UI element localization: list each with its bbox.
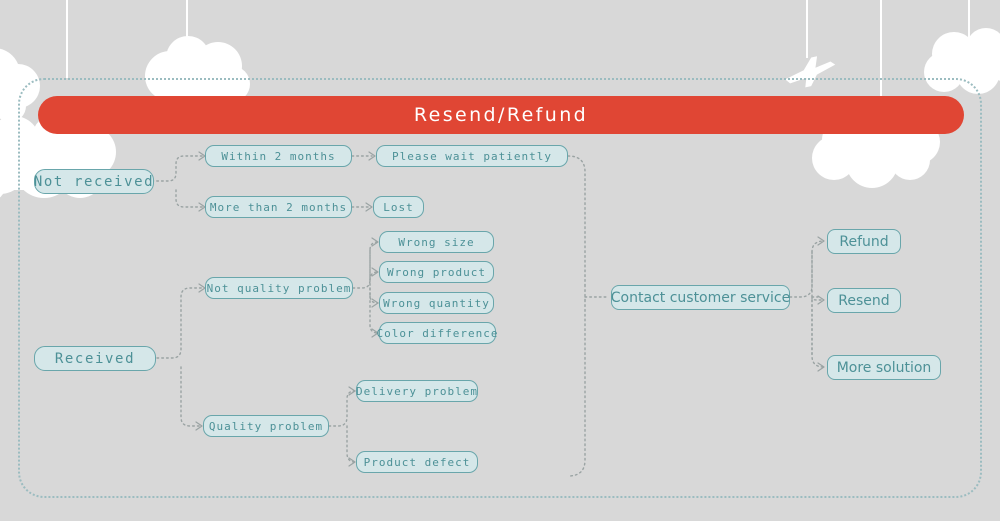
node-contact-customer-service[interactable]: Contact customer service [611,285,790,310]
page-title: Resend/Refund [413,104,589,126]
resend-refund-flowchart: Resend/Refund Not received Received With… [0,0,1000,521]
hanging-string-3 [806,0,808,58]
node-label: Resend [838,292,890,309]
node-within-2-months[interactable]: Within 2 months [205,145,352,167]
node-label: Quality problem [208,419,324,433]
node-label: More than 2 months [209,200,348,214]
node-lost[interactable]: Lost [373,196,424,218]
node-wrong-product[interactable]: Wrong product [379,261,494,283]
node-label: Refund [839,233,889,250]
node-wrong-size[interactable]: Wrong size [379,231,494,253]
node-label: Not received [33,173,155,190]
node-color-difference[interactable]: Color difference [376,322,499,344]
hanging-string-1 [66,0,68,78]
hanging-string-5 [968,0,970,40]
node-product-defect[interactable]: Product defect [356,451,478,473]
node-label: Product defect [363,455,471,469]
node-delivery-problem[interactable]: Delivery problem [356,380,478,402]
node-label: Within 2 months [221,149,336,163]
node-label: Delivery problem [356,384,478,398]
node-label: Wrong quantity [383,296,490,310]
node-label: Color difference [376,326,499,340]
node-label: Lost [383,200,414,214]
node-not-quality-problem[interactable]: Not quality problem [205,277,353,299]
node-more-solution[interactable]: More solution [827,355,941,380]
node-quality-problem[interactable]: Quality problem [203,415,329,437]
node-label: Received [54,350,136,367]
node-more-than-2-months[interactable]: More than 2 months [205,196,352,218]
node-label: Please wait patiently [391,149,553,163]
node-label: Not quality problem [206,281,352,295]
node-wrong-quantity[interactable]: Wrong quantity [379,292,494,314]
node-received[interactable]: Received [34,346,156,371]
node-please-wait-patiently[interactable]: Please wait patiently [376,145,568,167]
node-label: Contact customer service [610,289,791,306]
node-not-received[interactable]: Not received [34,169,154,194]
node-label: Wrong product [386,265,487,279]
node-resend[interactable]: Resend [827,288,901,313]
node-label: Wrong size [398,235,475,249]
node-refund[interactable]: Refund [827,229,901,254]
node-label: More solution [836,359,932,376]
title-banner: Resend/Refund [38,96,964,134]
